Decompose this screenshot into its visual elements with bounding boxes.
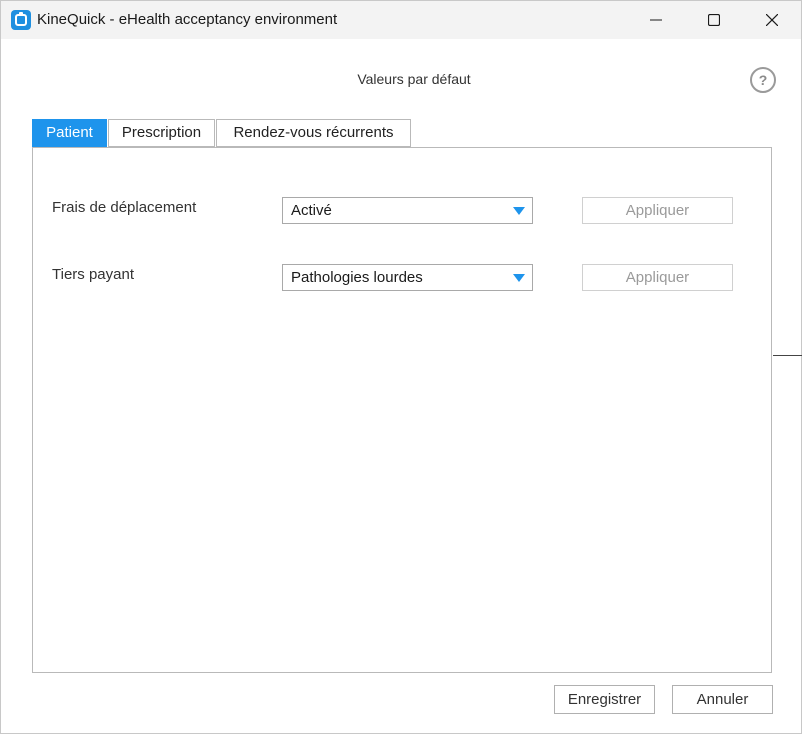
window-title: KineQuick - eHealth acceptancy environme… bbox=[37, 11, 338, 28]
dropdown-arrow-icon bbox=[513, 207, 525, 215]
frais-deplacement-value: Activé bbox=[291, 202, 332, 219]
tab-prescription[interactable]: Prescription bbox=[108, 119, 215, 147]
background-window-edge bbox=[773, 355, 802, 356]
apply-frais-button[interactable]: Appliquer bbox=[582, 197, 733, 224]
tiers-payant-select[interactable]: Pathologies lourdes bbox=[282, 264, 533, 291]
save-button[interactable]: Enregistrer bbox=[554, 685, 655, 714]
maximize-icon bbox=[708, 14, 720, 26]
tiers-payant-value: Pathologies lourdes bbox=[291, 269, 423, 286]
tab-panel-patient bbox=[32, 147, 772, 673]
help-icon[interactable]: ? bbox=[750, 67, 776, 93]
dialog-window: KineQuick - eHealth acceptancy environme… bbox=[0, 0, 802, 734]
dropdown-arrow-icon bbox=[513, 274, 525, 282]
apply-tiers-button[interactable]: Appliquer bbox=[582, 264, 733, 291]
kinequick-logo-icon bbox=[11, 10, 31, 30]
close-icon bbox=[766, 14, 778, 26]
maximize-button[interactable] bbox=[685, 1, 743, 39]
tab-patient[interactable]: Patient bbox=[32, 119, 107, 147]
frais-deplacement-label: Frais de déplacement bbox=[52, 199, 197, 216]
tiers-payant-label: Tiers payant bbox=[52, 266, 134, 283]
page-title: Valeurs par défaut bbox=[357, 71, 471, 87]
minimize-icon bbox=[650, 19, 662, 21]
tab-rendez-vous-recurrents[interactable]: Rendez-vous récurrents bbox=[216, 119, 411, 147]
title-bar: KineQuick - eHealth acceptancy environme… bbox=[1, 1, 801, 39]
minimize-button[interactable] bbox=[627, 1, 685, 39]
frais-deplacement-select[interactable]: Activé bbox=[282, 197, 533, 224]
cancel-button[interactable]: Annuler bbox=[672, 685, 773, 714]
close-button[interactable] bbox=[743, 1, 801, 39]
